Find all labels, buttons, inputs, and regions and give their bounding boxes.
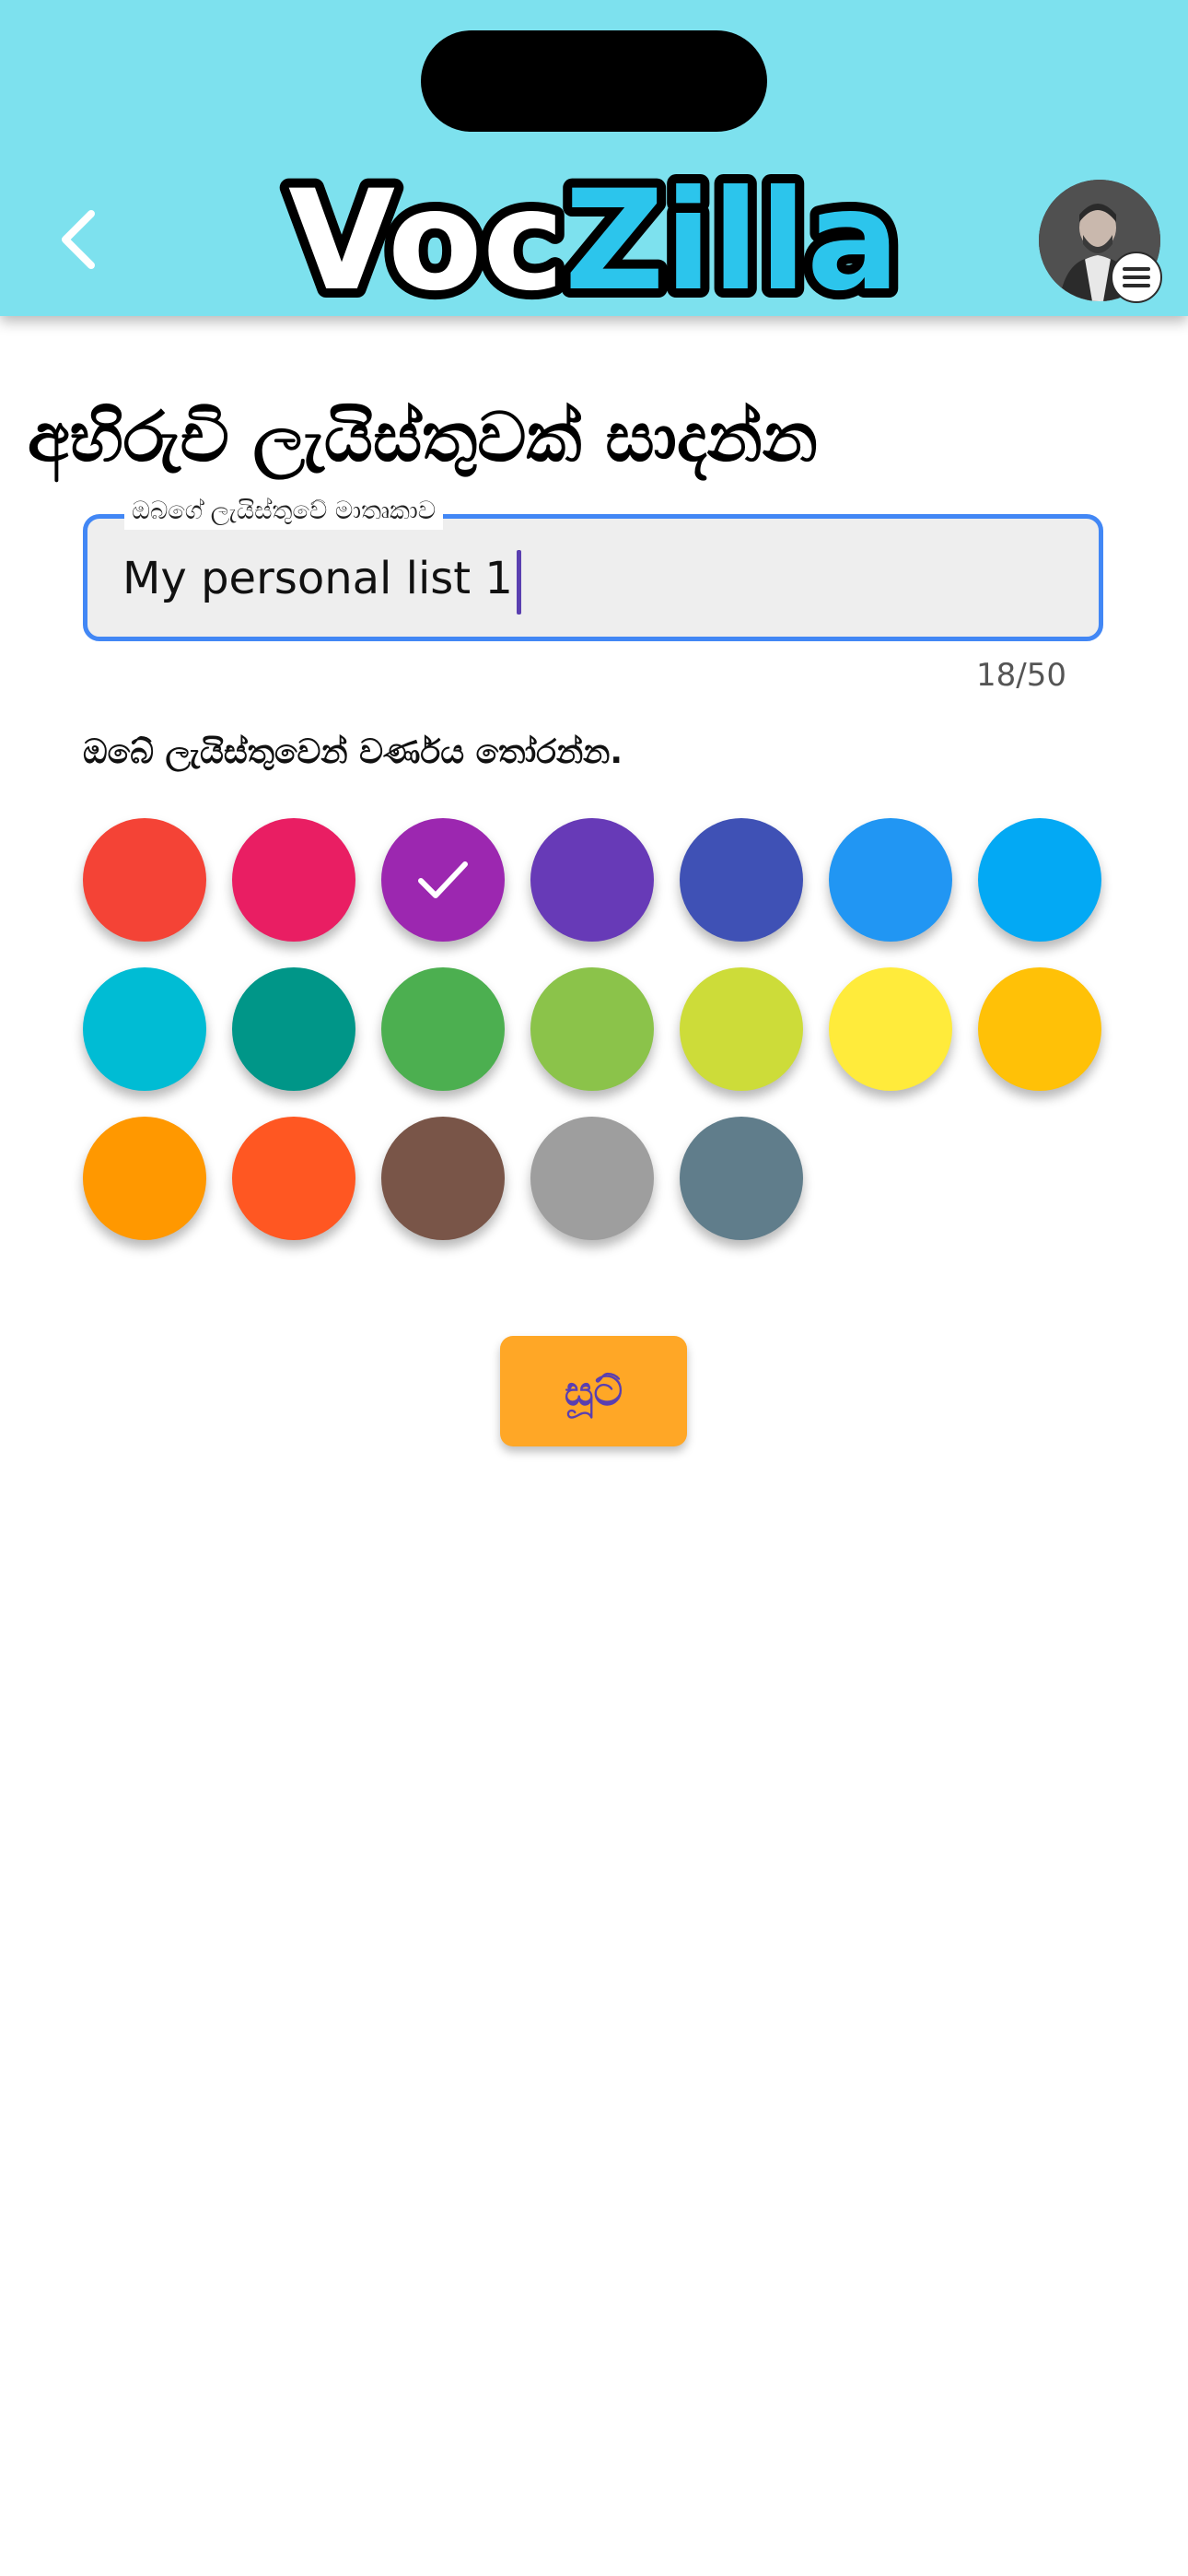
page-title: අභිරුචි ලැයිස්තුවක් සාදන්න — [28, 398, 818, 477]
list-title-label: ඔබගේ ලැයිස්තුවේ මාතෘකාව — [124, 493, 444, 530]
color-swatch[interactable] — [829, 967, 952, 1091]
logo-part-zilla: Zilla — [565, 161, 900, 322]
color-swatch[interactable] — [978, 967, 1101, 1091]
color-swatch[interactable] — [83, 1117, 206, 1240]
color-swatch[interactable] — [83, 818, 206, 942]
submit-button[interactable]: සූට් — [500, 1336, 687, 1446]
list-title-field[interactable]: ඔබගේ ලැයිස්තුවේ මාතෘකාව — [83, 493, 1103, 641]
app-header: VocZilla — [0, 0, 1188, 331]
list-title-input[interactable] — [122, 551, 1043, 606]
color-swatch[interactable] — [83, 967, 206, 1091]
app-logo: VocZilla — [279, 152, 909, 331]
color-swatch[interactable] — [232, 818, 355, 942]
chevron-left-icon — [62, 210, 95, 269]
svg-text:VocZilla: VocZilla — [288, 161, 900, 322]
color-swatch[interactable] — [530, 967, 654, 1091]
profile-menu[interactable] — [1039, 180, 1162, 303]
hamburger-menu-icon — [1123, 267, 1150, 287]
color-swatch[interactable] — [680, 967, 803, 1091]
character-counter: 18/50 — [976, 657, 1066, 694]
text-caret — [516, 550, 521, 615]
color-swatch[interactable] — [530, 818, 654, 942]
submit-button-label: සූට් — [564, 1367, 623, 1415]
color-section-heading: ඔබේ ලැයිස්තුවෙන් වර්ණය තෝරන්න. — [83, 733, 623, 771]
dynamic-island — [421, 30, 767, 132]
back-button[interactable] — [51, 198, 106, 281]
color-swatch[interactable] — [680, 818, 803, 942]
color-swatch[interactable] — [530, 1117, 654, 1240]
color-swatch[interactable] — [381, 1117, 505, 1240]
logo-part-voc: Voc — [288, 161, 565, 322]
color-swatch[interactable] — [829, 818, 952, 942]
color-swatch[interactable] — [381, 967, 505, 1091]
color-swatch[interactable] — [232, 967, 355, 1091]
color-swatch[interactable] — [978, 818, 1101, 942]
checkmark-icon — [418, 861, 468, 898]
color-swatch[interactable] — [680, 1117, 803, 1240]
menu-button[interactable] — [1111, 252, 1162, 303]
color-swatch-selected[interactable] — [381, 818, 505, 942]
color-swatch[interactable] — [232, 1117, 355, 1240]
